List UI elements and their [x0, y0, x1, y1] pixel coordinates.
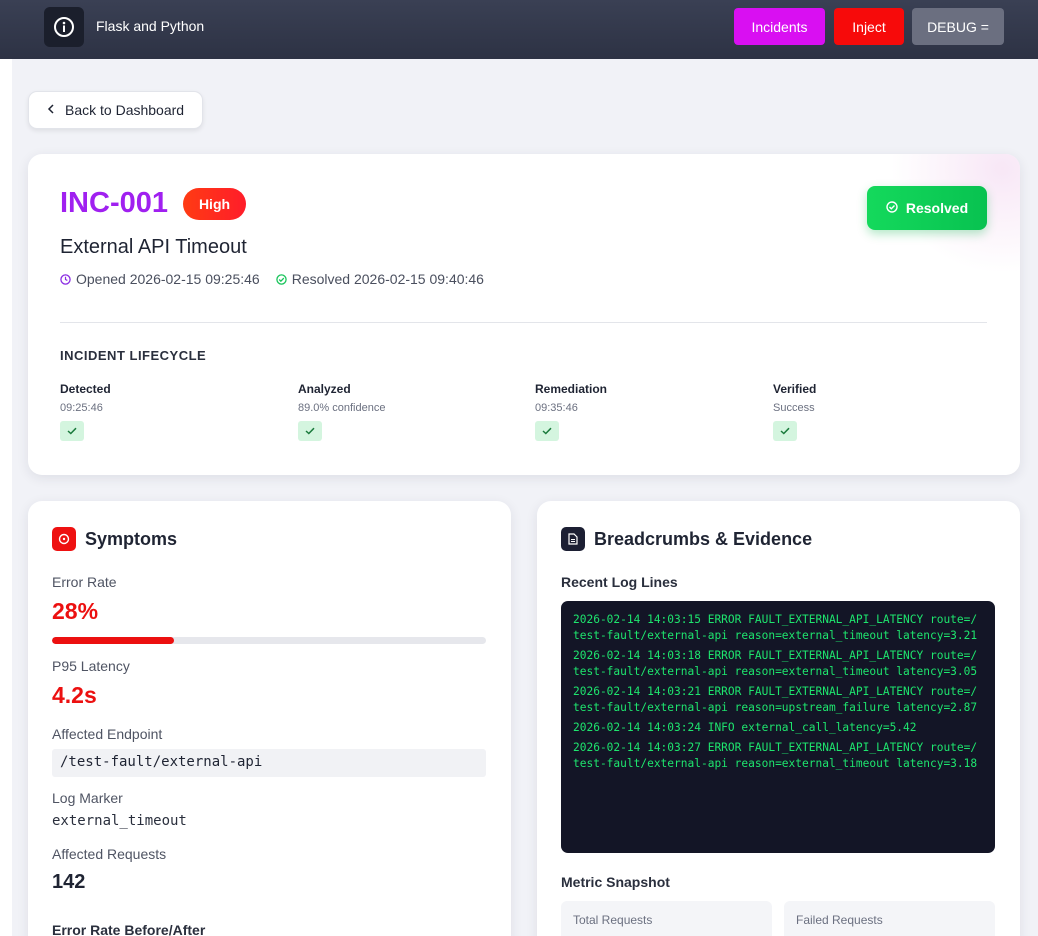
- brand-title[interactable]: Flask and Python: [96, 18, 204, 34]
- check-icon: [60, 421, 84, 441]
- log-line: 2026-02-14 14:03:15 ERROR FAULT_EXTERNAL…: [573, 613, 978, 642]
- resolved-status-button[interactable]: Resolved: [867, 186, 987, 230]
- log-lines-box[interactable]: 2026-02-14 14:03:15 ERROR FAULT_EXTERNAL…: [561, 601, 995, 853]
- affected-endpoint-label: Affected Endpoint: [52, 726, 163, 742]
- check-icon: [535, 421, 559, 441]
- lifecycle-label: INCIDENT LIFECYCLE: [60, 348, 207, 363]
- resolved-meta: Resolved 2026-02-15 09:40:46: [275, 271, 484, 287]
- before-after-label: Error Rate Before/After: [52, 922, 206, 936]
- evidence-header: Breadcrumbs & Evidence: [561, 527, 812, 551]
- stage-name: Remediation: [535, 382, 608, 396]
- severity-badge: High: [183, 188, 246, 220]
- stage-sub: Success: [773, 402, 815, 414]
- stage-sub: 09:35:46: [535, 402, 578, 414]
- stage-name: Analyzed: [298, 382, 351, 396]
- metric-snapshot-label: Metric Snapshot: [561, 874, 670, 890]
- info-circle-icon[interactable]: [44, 7, 84, 47]
- symptoms-title: Symptoms: [85, 528, 178, 549]
- p95-latency-label: P95 Latency: [52, 658, 130, 674]
- stage-analyzed: Analyzed 89.0% confidence: [298, 382, 498, 441]
- check-icon: [773, 421, 797, 441]
- divider: [60, 322, 987, 323]
- opened-text: Opened 2026-02-15 09:25:46: [76, 271, 260, 287]
- check-icon: [298, 421, 322, 441]
- log-marker-label: Log Marker: [52, 790, 123, 806]
- top-navbar: Flask and Python Incidents Inject DEBUG …: [0, 0, 1038, 59]
- back-to-dashboard-button[interactable]: Back to Dashboard: [28, 91, 203, 129]
- stage-sub: 89.0% confidence: [298, 402, 386, 414]
- symptoms-card: Symptoms Error Rate 28% P95 Latency 4.2s…: [28, 501, 511, 936]
- affected-requests-label: Affected Requests: [52, 846, 167, 862]
- error-rate-bar-fill: [52, 637, 174, 644]
- clock-icon: [60, 273, 71, 285]
- log-line: 2026-02-14 14:03:24 INFO external_call_l…: [573, 721, 917, 734]
- check-circle-icon: [275, 273, 287, 285]
- error-rate-value: 28%: [52, 598, 99, 624]
- metric-tile-total-requests: Total Requests: [561, 901, 772, 936]
- error-rate-bar: [52, 637, 486, 644]
- debug-button[interactable]: DEBUG =: [912, 8, 1004, 45]
- symptoms-header: Symptoms: [52, 527, 177, 551]
- evidence-card: Breadcrumbs & Evidence Recent Log Lines …: [537, 501, 1020, 936]
- resolved-label: Resolved: [905, 200, 969, 216]
- stage-name: Detected: [60, 382, 111, 396]
- incident-id: INC-001: [60, 187, 168, 219]
- metric-label: Total Requests: [573, 913, 653, 927]
- metric-tile-failed-requests: Failed Requests: [784, 901, 995, 936]
- affected-endpoint-value: /test-fault/external-api: [52, 749, 486, 777]
- left-strip: [0, 59, 12, 936]
- document-icon: [561, 527, 585, 551]
- log-marker-value: external_timeout: [52, 813, 187, 829]
- stage-remediation: Remediation 09:35:46: [535, 382, 735, 441]
- error-rate-label: Error Rate: [52, 574, 117, 590]
- resolved-text: Resolved 2026-02-15 09:40:46: [291, 271, 484, 287]
- log-line: 2026-02-14 14:03:27 ERROR FAULT_EXTERNAL…: [573, 741, 978, 770]
- incident-card: INC-001 High Resolved External API Timeo…: [28, 154, 1020, 475]
- incident-title: External API Timeout: [60, 236, 247, 258]
- stage-verified: Verified Success: [773, 382, 973, 441]
- stage-name: Verified: [773, 382, 817, 396]
- opened-meta: Opened 2026-02-15 09:25:46: [60, 271, 260, 287]
- log-line: 2026-02-14 14:03:21 ERROR FAULT_EXTERNAL…: [573, 685, 978, 714]
- incidents-button[interactable]: Incidents: [734, 8, 825, 45]
- evidence-title: Breadcrumbs & Evidence: [594, 528, 813, 549]
- back-button-label: Back to Dashboard: [65, 102, 185, 118]
- affected-requests-value: 142: [52, 871, 86, 893]
- metric-label: Failed Requests: [796, 913, 883, 927]
- recent-log-lines-label: Recent Log Lines: [561, 574, 678, 590]
- stage-detected: Detected 09:25:46: [60, 382, 260, 441]
- log-line: 2026-02-14 14:03:18 ERROR FAULT_EXTERNAL…: [573, 649, 978, 678]
- chevron-left-icon: [47, 103, 55, 117]
- alert-circle-icon: [52, 527, 76, 551]
- stage-sub: 09:25:46: [60, 402, 103, 414]
- check-circle-icon: [886, 200, 898, 216]
- p95-latency-value: 4.2s: [52, 682, 97, 708]
- inject-button[interactable]: Inject: [834, 8, 904, 45]
- incident-meta: Opened 2026-02-15 09:25:46 Resolved 2026…: [60, 271, 500, 287]
